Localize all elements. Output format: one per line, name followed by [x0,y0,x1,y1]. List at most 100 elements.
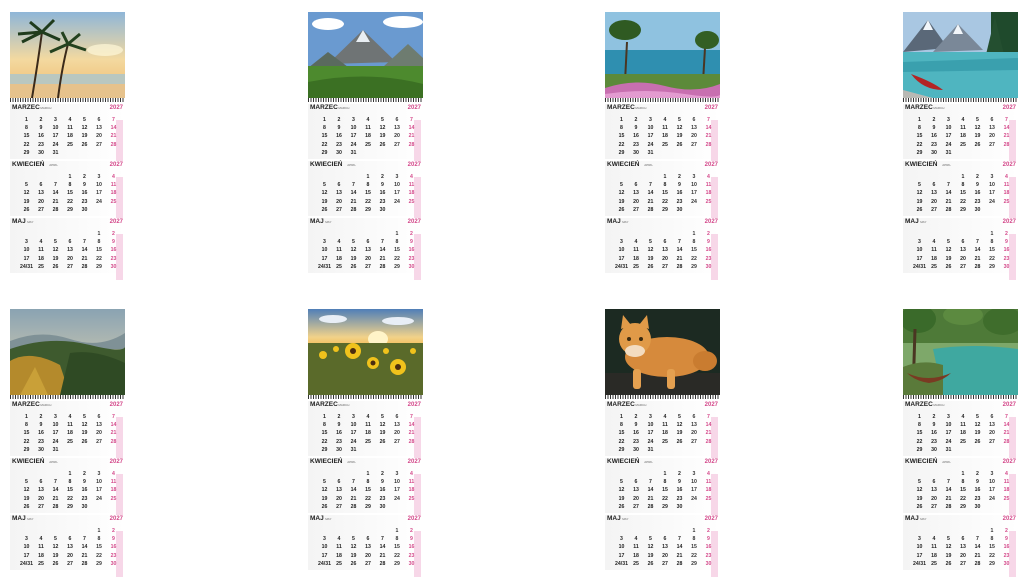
day-number: 21 [676,255,683,262]
year-label: 2027 [704,219,718,225]
day-number: 18 [960,133,966,140]
wall-calendar[interactable]: MARZEC MARCH 2027 1 2 3 4 5 6 7 8 9 10 11 12 13 14 15 16 17… [605,12,720,280]
day-number: 15 [618,430,625,437]
day-number: 30 [931,149,937,156]
day-number: 9 [1005,536,1008,543]
day-number: 9 [1005,239,1008,246]
day-number: 1 [663,174,667,180]
day-number: 18 [705,487,712,494]
wall-calendar[interactable]: MARZEC MARCH 2027 1 2 3 4 5 6 7 8 9 10 11 12 13 14 15 16 17… [308,309,423,577]
day-number: 12 [618,487,625,494]
wall-calendar[interactable]: MARZEC MARCH 2027 1 2 3 4 5 6 7 8 9 10 11 12 13 14 15 16 17… [605,309,720,577]
day-number: 23 [1003,255,1010,262]
day-number: 7 [54,479,57,486]
day-grid: 1 2 3 4 5 6 7 8 9 10 11 12 13 14 15 16 17 18 19 20 21 22 23 24 2… [607,409,718,463]
day-number: 23 [974,198,981,205]
day-number: 10 [618,544,625,551]
day-number: 14 [974,544,981,551]
day-number: 14 [52,190,59,197]
month-name-english: APRIL [644,460,653,464]
day-number: 22 [67,495,73,502]
day-number: 18 [67,430,73,437]
day-number: 8 [692,239,696,246]
day-number: 28 [945,206,952,213]
day-number: 8 [25,422,28,429]
day-number: 11 [633,247,639,254]
month-header: KWIECIEŃ APRIL 2027 [310,458,421,466]
wall-calendar[interactable]: MARZEC MARCH 2027 1 2 3 4 5 6 7 8 9 10 11 12 13 14 15 16 17… [10,309,125,577]
day-number: 25 [110,198,117,205]
wall-calendar[interactable]: MARZEC MARCH 2027 1 2 3 4 5 6 7 8 9 10 11 12 13 14 15 16 17… [903,309,1018,577]
wall-calendar[interactable]: MARZEC MARCH 2027 1 2 3 4 5 6 7 8 9 10 11 12 13 14 15 16 17… [308,12,423,280]
day-number: 20 [633,495,639,502]
day-number: 6 [990,117,994,123]
day-number: 27 [365,560,371,567]
day-number: 14 [676,544,683,551]
month-block: MAJ MAY 2027 1 2 3 4 5 6 7 8 9 10 11 12 13 14 15 16 17 18 19 2… [903,515,1018,577]
week-row: 19 20 21 22 23 24 25 [905,198,1016,206]
day-number: 9 [112,536,115,543]
day-number: 16 [676,487,683,494]
day-number: 17 [945,133,952,140]
day-number: 23 [676,198,683,205]
day-number: 14 [408,125,415,132]
week-row: 12 [12,230,123,238]
day-number: 20 [336,198,342,205]
day-number: 30 [974,503,981,510]
week-row: 10 11 12 13 14 15 16 [607,543,718,551]
sunflower-field-image [308,309,423,395]
wall-calendar[interactable]: MARZEC MARCH 2027 1 2 3 4 5 6 7 8 9 10 11 12 13 14 15 16 17… [903,12,1018,280]
day-number: 2 [976,471,979,477]
day-number: 22 [365,495,371,502]
day-number: 17 [618,552,625,559]
month-name: KWIECIEŃ [310,161,343,168]
day-number: 7 [678,536,681,543]
day-number: 2 [337,117,341,123]
day-grid: 1 2 3 4 5 6 7 8 9 10 11 12 13 14 15 16 17 18 19 20 21 22 23 24 2… [905,466,1016,520]
wall-calendar[interactable]: MARZEC MARCH 2027 1 2 3 4 5 6 7 8 9 10 11 12 13 14 15 16 17… [10,12,125,280]
day-number: 18 [110,190,117,197]
month-name-english: APRIL [347,163,356,167]
day-number: 7 [1005,117,1008,123]
day-number: 24 [394,198,400,205]
day-number: 7 [707,414,710,420]
day-number: 28 [676,263,683,270]
day-number: 4 [366,117,370,123]
day-number: 5 [947,536,950,543]
day-number: 16 [81,190,88,197]
day-number: 11 [960,125,966,132]
day-number: 15 [691,247,697,254]
day-number: 5 [620,182,623,189]
day-number: 9 [83,182,86,189]
year-label: 2027 [407,162,421,168]
day-number: 20 [96,133,102,140]
day-number: 13 [67,247,73,254]
day-number: 27 [38,503,44,510]
day-number: 17 [989,190,995,197]
year-label: 2027 [1002,105,1016,111]
month-block: KWIECIEŃ APRIL 2027 1 2 3 4 5 6 7 8 9 10 11 12 13 14 15 16… [308,458,423,520]
week-row: 10 11 12 13 14 15 16 [310,543,421,551]
day-number: 4 [932,536,936,543]
month-name-english: MARCH [635,106,647,110]
day-number: 3 [990,174,994,180]
day-number: 15 [916,133,923,140]
day-number: 23 [38,438,44,445]
day-number: 25 [705,495,712,502]
day-number: 17 [96,190,102,197]
week-row: 12 13 14 15 16 17 18 [607,189,718,197]
week-row: 1 2 3 4 [12,173,123,181]
day-number: 16 [705,544,712,551]
day-number: 16 [336,430,342,437]
day-grid: 1 2 3 4 5 6 7 8 9 10 11 12 13 14 15 16 17 18 19 20 21 22 23 24 2… [12,466,123,520]
orange-cat-image [605,309,720,395]
day-number: 21 [81,255,88,262]
day-number: 26 [81,141,88,148]
day-number: 16 [110,247,117,254]
day-number: 12 [350,544,357,551]
month-name-english: MARCH [40,403,52,407]
month-header: MAJ MAY 2027 [310,218,421,226]
day-number: 5 [352,239,355,246]
day-number: 31 [52,149,59,156]
day-number: 6 [663,536,667,543]
